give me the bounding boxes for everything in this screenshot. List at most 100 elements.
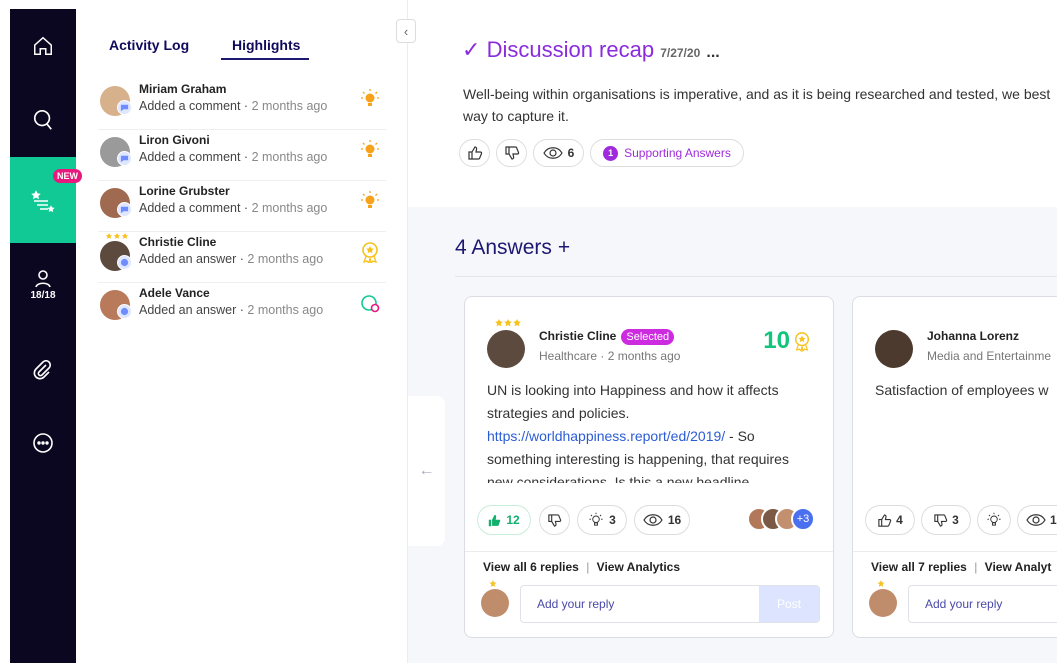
thumbs-up-icon	[489, 514, 501, 526]
comment-icon	[117, 202, 132, 217]
highlight-item[interactable]: Miriam Graham Added a comment · 2 months…	[98, 80, 386, 130]
highlight-name: Lorine Grubster	[139, 184, 230, 198]
eye-icon	[643, 514, 663, 526]
answer-score: 10	[763, 327, 811, 355]
new-badge: NEW	[53, 169, 82, 183]
highlight-desc: Added an answer · 2 months ago	[139, 303, 324, 317]
thumbs-down-icon	[934, 513, 948, 527]
reply-input[interactable]: Add your reply	[908, 585, 1057, 623]
arrow-left-icon: ←	[418, 462, 435, 479]
eye-icon	[1026, 514, 1046, 526]
idea-button[interactable]: 3	[577, 505, 627, 535]
supporting-count: 1	[603, 145, 619, 161]
answer-badge-icon	[117, 255, 132, 270]
idea-button[interactable]	[977, 505, 1011, 535]
author-name: Johanna Lorenz	[927, 329, 1020, 343]
attachments-icon[interactable]	[10, 357, 76, 383]
people-nav-item[interactable]: 18/18	[10, 267, 76, 303]
star-icon	[489, 580, 497, 587]
discussion-date: 7/27/20	[660, 46, 701, 60]
author-meta: Media and Entertainme	[927, 349, 1052, 363]
questions-icon[interactable]	[10, 105, 76, 135]
left-rail: NEW 18/18	[10, 9, 82, 663]
more-people-badge[interactable]: +3	[791, 507, 815, 531]
highlight-desc: Added a comment · 2 months ago	[139, 150, 328, 164]
people-count: 18/18	[30, 289, 56, 301]
highlight-desc: Added a comment · 2 months ago	[139, 99, 328, 113]
award-icon	[794, 332, 810, 352]
view-analytics-link[interactable]: View Analyt	[985, 560, 1052, 574]
avatar	[487, 330, 525, 368]
views-counter: 6	[533, 139, 584, 167]
answer-card: Johanna Lorenz Media and Entertainme Sat…	[852, 296, 1057, 638]
selected-badge: Selected	[621, 329, 675, 345]
answer-icon	[361, 295, 380, 313]
discussion-text: Well-being within organisations is imper…	[463, 86, 1051, 124]
thumbs-down-icon	[548, 513, 562, 527]
highlight-item[interactable]: Lorine Grubster Added a comment · 2 mont…	[98, 182, 386, 232]
dislike-button[interactable]	[496, 139, 527, 167]
highlights-nav-item[interactable]: NEW	[10, 157, 82, 243]
previous-answer-button[interactable]: ←	[408, 396, 445, 546]
check-icon: ✓	[462, 37, 481, 62]
reply-input[interactable]: Add your reply Post	[520, 585, 820, 623]
like-button[interactable]: 4	[865, 505, 915, 535]
post-button[interactable]: Post	[759, 586, 819, 622]
home-icon[interactable]	[10, 31, 76, 61]
author-name: Christie Cline Selected	[539, 329, 675, 345]
divider	[853, 551, 1057, 552]
highlight-item[interactable]: Christie Cline Added an answer · 2 month…	[98, 233, 386, 283]
avatar	[875, 330, 913, 368]
dislike-button[interactable]	[539, 505, 570, 535]
view-analytics-link[interactable]: View Analytics	[597, 560, 680, 574]
highlight-item[interactable]: Liron Givoni Added a comment · 2 months …	[98, 131, 386, 181]
more-menu-button[interactable]: ...	[706, 44, 719, 61]
thumbs-up-icon	[878, 513, 892, 527]
lightbulb-icon	[361, 140, 379, 157]
lightbulb-icon	[361, 191, 379, 208]
lightbulb-icon	[987, 512, 1001, 526]
thumbs-up-icon	[467, 146, 482, 160]
active-tab-indicator	[221, 58, 309, 60]
lightbulb-icon	[361, 89, 379, 106]
divider	[455, 276, 1057, 277]
views-counter: 1	[1017, 505, 1057, 535]
chevron-left-icon: ‹	[403, 23, 409, 39]
stars-icon	[106, 233, 128, 239]
highlight-name: Adele Vance	[139, 286, 210, 300]
answer-card: Christie Cline Selected Healthcare · 2 mo…	[464, 296, 834, 638]
view-replies-link[interactable]: View all 6 replies	[483, 560, 579, 574]
views-counter: 16	[634, 505, 690, 535]
like-button[interactable]	[459, 139, 490, 167]
answer-badge-icon	[117, 304, 132, 319]
highlights-icon	[31, 190, 55, 213]
highlight-name: Liron Givoni	[139, 133, 210, 147]
dislike-button[interactable]: 3	[921, 505, 971, 535]
answer-link[interactable]: https://worldhappiness.report/ed/2019/	[487, 428, 725, 444]
tab-activity-log[interactable]: Activity Log	[109, 37, 189, 53]
answer-body: Satisfaction of employees w	[875, 382, 1049, 398]
highlight-item[interactable]: Adele Vance Added an answer · 2 months a…	[98, 284, 386, 334]
discussion-title: ✓ Discussion recap 7/27/20 ...	[462, 37, 720, 62]
stars-icon	[495, 319, 521, 327]
divider	[465, 551, 833, 552]
supporting-answers-button[interactable]: 1 Supporting Answers	[590, 139, 744, 167]
answers-title: 4 Answers +	[455, 236, 571, 259]
collapse-panel-button[interactable]: ‹	[396, 19, 416, 43]
like-button[interactable]: 12	[477, 505, 531, 535]
comment-icon	[117, 151, 132, 166]
highlight-name: Christie Cline	[139, 235, 217, 249]
card-links: View all 6 replies | View Analytics	[483, 560, 681, 574]
lightbulb-icon	[589, 512, 603, 526]
avatar	[869, 589, 897, 617]
tab-highlights[interactable]: Highlights	[232, 37, 300, 53]
chat-icon[interactable]	[10, 429, 76, 457]
card-links: View all 7 replies | View Analyt	[871, 560, 1052, 574]
view-replies-link[interactable]: View all 7 replies	[871, 560, 967, 574]
star-icon	[877, 580, 885, 587]
highlight-name: Miriam Graham	[139, 82, 227, 96]
thumbs-down-icon	[504, 146, 519, 160]
avatar	[481, 589, 509, 617]
comment-icon	[117, 100, 132, 115]
add-answer-button[interactable]: +	[558, 236, 570, 259]
